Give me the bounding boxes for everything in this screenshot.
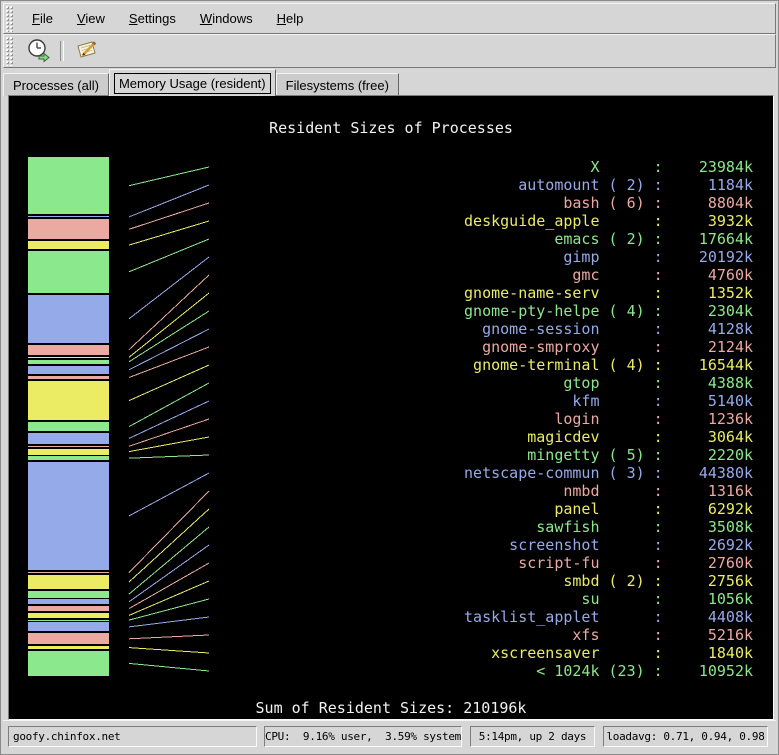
process-row[interactable]: xscreensaver : 1840k xyxy=(464,644,753,662)
leader-line xyxy=(129,257,209,319)
leader-line xyxy=(129,635,209,639)
menubar-grippy[interactable] xyxy=(5,5,14,32)
toolbar-grippy[interactable] xyxy=(5,36,14,66)
menu-file[interactable]: File xyxy=(20,5,65,32)
leader-line xyxy=(129,311,209,362)
process-row[interactable]: login : 1236k xyxy=(464,410,753,428)
process-row[interactable]: deskguide_apple : 3932k xyxy=(464,212,753,230)
leader-line xyxy=(129,663,209,671)
menu-windows[interactable]: Windows xyxy=(188,5,265,32)
process-row[interactable]: gnome-terminal ( 4) : 16544k xyxy=(464,356,753,374)
process-row[interactable]: gmc : 4760k xyxy=(464,266,753,284)
process-row[interactable]: nmbd : 1316k xyxy=(464,482,753,500)
status-bar: goofy.chinfox.net CPU: 9.16% user, 3.59%… xyxy=(3,720,776,753)
process-row[interactable]: gimp : 20192k xyxy=(464,248,753,266)
tab-memory-usage-resident[interactable]: Memory Usage (resident) xyxy=(109,69,276,96)
menu-items: FileViewSettingsWindowsHelp xyxy=(20,4,315,33)
process-row[interactable]: screenshot : 2692k xyxy=(464,536,753,554)
leader-line xyxy=(129,203,209,229)
sum-label: Sum of Resident Sizes: 210196k xyxy=(9,699,773,717)
menu-help[interactable]: Help xyxy=(265,5,316,32)
process-row[interactable]: su : 1056k xyxy=(464,590,753,608)
leader-line xyxy=(129,437,209,452)
leader-line xyxy=(129,617,209,627)
leader-line xyxy=(129,329,209,370)
process-row[interactable]: sawfish : 3508k xyxy=(464,518,753,536)
leader-line xyxy=(129,185,209,217)
process-row[interactable]: gnome-smproxy : 2124k xyxy=(464,338,753,356)
process-row[interactable]: panel : 6292k xyxy=(464,500,753,518)
menu-settings[interactable]: Settings xyxy=(117,5,188,32)
leader-line xyxy=(129,365,209,401)
process-row[interactable]: smbd ( 2) : 2756k xyxy=(464,572,753,590)
process-row[interactable]: < 1024k (23) : 10952k xyxy=(464,662,753,680)
process-row[interactable]: X : 23984k xyxy=(464,158,753,176)
leader-line xyxy=(129,167,209,186)
time-uptime-panel: 5:14pm, up 2 days xyxy=(470,726,595,747)
loadavg-panel: loadavg: 0.71, 0.94, 0.98 xyxy=(603,726,768,747)
process-row[interactable]: gnome-pty-helpe ( 4) : 2304k xyxy=(464,302,753,320)
properties-button[interactable] xyxy=(70,37,102,65)
process-row[interactable]: tasklist_applet : 4408k xyxy=(464,608,753,626)
leader-line xyxy=(129,275,209,350)
leader-line xyxy=(129,455,209,458)
leader-line xyxy=(129,648,209,653)
process-row[interactable]: magicdev : 3064k xyxy=(464,428,753,446)
leader-line xyxy=(129,293,209,357)
timer-clock-icon xyxy=(25,37,51,66)
notepad-pencil-icon xyxy=(73,37,99,66)
process-row[interactable]: gnome-name-serv : 1352k xyxy=(464,284,753,302)
process-row[interactable]: mingetty ( 5) : 2220k xyxy=(464,446,753,464)
process-row[interactable]: automount ( 2) : 1184k xyxy=(464,176,753,194)
process-row[interactable]: kfm : 5140k xyxy=(464,392,753,410)
leader-line xyxy=(129,545,209,602)
tab-strip: Processes (all)Memory Usage (resident)Fi… xyxy=(3,68,776,96)
memory-usage-chart: Resident Sizes of Processes X : 23984k a… xyxy=(8,95,774,720)
process-row[interactable]: emacs ( 2) : 17664k xyxy=(464,230,753,248)
gtop-window: FileViewSettingsWindowsHelp xyxy=(0,0,779,755)
leader-line xyxy=(129,473,209,516)
menu-view[interactable]: View xyxy=(65,5,117,32)
tab-filesystems-free[interactable]: Filesystems (free) xyxy=(276,73,399,96)
hostname-panel: goofy.chinfox.net xyxy=(8,726,257,747)
tab-processes-all[interactable]: Processes (all) xyxy=(3,73,109,96)
leader-line xyxy=(129,509,209,582)
toolbar-separator xyxy=(60,41,64,61)
process-list: X : 23984k automount ( 2) : 1184k bash (… xyxy=(464,158,753,680)
leader-line xyxy=(129,347,209,378)
process-row[interactable]: netscape-commun ( 3) : 44380k xyxy=(464,464,753,482)
cpu-usage-panel: CPU: 9.16% user, 3.59% system xyxy=(264,726,462,747)
timer-button[interactable] xyxy=(22,37,54,65)
process-row[interactable]: xfs : 5216k xyxy=(464,626,753,644)
menubar: FileViewSettingsWindowsHelp xyxy=(3,3,776,34)
process-row[interactable]: gnome-session : 4128k xyxy=(464,320,753,338)
leader-line xyxy=(129,221,209,245)
process-row[interactable]: gtop : 4388k xyxy=(464,374,753,392)
toolbar xyxy=(3,34,776,68)
process-row[interactable]: bash ( 6) : 8804k xyxy=(464,194,753,212)
process-row[interactable]: script-fu : 2760k xyxy=(464,554,753,572)
